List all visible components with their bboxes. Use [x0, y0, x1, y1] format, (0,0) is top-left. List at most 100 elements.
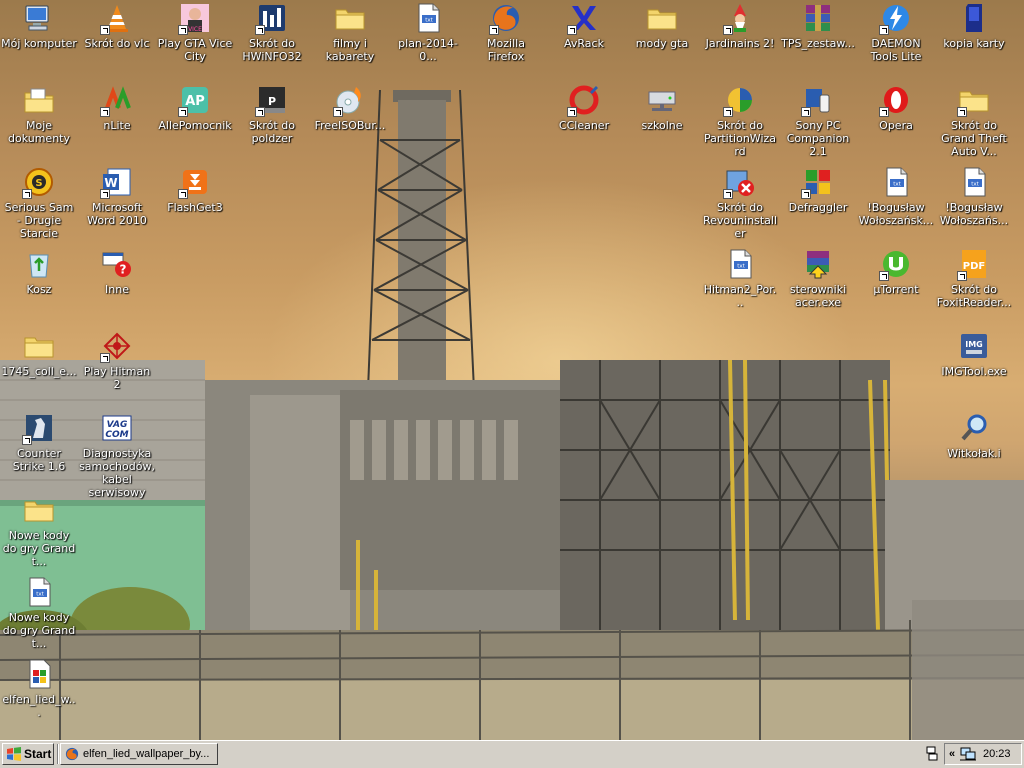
- firefox-icon: [65, 747, 79, 761]
- revo-uninstaller-icon: [723, 166, 756, 199]
- desktop-icon[interactable]: Mozilla Firefox: [467, 2, 545, 63]
- desktop-icon-label: IMGTool.exe: [941, 365, 1007, 378]
- allepomocnik-icon: AP: [178, 84, 211, 117]
- shortcut-arrow-icon: [178, 189, 188, 199]
- desktop-icon[interactable]: kopia karty: [935, 2, 1013, 50]
- shortcut-arrow-icon: [100, 107, 110, 117]
- desktop-icon[interactable]: VAG COM Diagnostyka samochodów, kabel serw…: [78, 412, 156, 499]
- image-file-icon: [23, 658, 55, 690]
- desktop-icon[interactable]: µTorrent: [857, 248, 935, 296]
- shortcut-arrow-icon: [100, 25, 110, 35]
- svg-text:COM: COM: [105, 430, 128, 440]
- desktop-icon[interactable]: Witkołak.i: [935, 412, 1013, 460]
- partition-wizard-icon: [723, 84, 756, 117]
- desktop-icon[interactable]: filmy i kabarety: [311, 2, 389, 63]
- desktop-icon-label: 1745_coll_e...: [1, 365, 77, 378]
- jardinains-gnome-icon: [723, 2, 756, 35]
- desktop-icon-label: mody gta: [635, 37, 689, 50]
- desktop-icon[interactable]: Opera: [857, 84, 935, 132]
- shortcut-arrow-icon: [333, 107, 343, 117]
- desktop-icon[interactable]: FlashGet3: [156, 166, 234, 214]
- taskbar-separator: [57, 744, 59, 764]
- desktop-icon[interactable]: Kosz: [0, 248, 78, 296]
- desktop-icon[interactable]: AvRack: [545, 2, 623, 50]
- windows-logo-icon: [7, 747, 21, 761]
- desktop-icon[interactable]: szkolne: [623, 84, 701, 132]
- imgtool-icon: IMG: [958, 330, 990, 362]
- start-button[interactable]: Start: [2, 743, 54, 765]
- desktop-icon-label: Play Hitman 2: [83, 365, 151, 391]
- desktop-icon[interactable]: Play Hitman 2: [78, 330, 156, 391]
- svg-text:S: S: [35, 178, 42, 189]
- desktop-icon[interactable]: Skrót do PartitionWizard: [701, 84, 779, 158]
- desktop-icon[interactable]: IMG IMGTool.exe: [935, 330, 1013, 378]
- folder-icon: [334, 2, 366, 34]
- desktop-icon[interactable]: Skrót do Grand Theft Auto V...: [935, 84, 1013, 158]
- shortcut-arrow-icon: [723, 107, 733, 117]
- desktop-icon-label: Sony PC Companion 2.1: [786, 119, 850, 158]
- desktop-icon-label: Jardinains 2!: [705, 37, 775, 50]
- monitor-windows-icon[interactable]: [926, 745, 938, 763]
- desktop-icon[interactable]: Skrót do vlc: [78, 2, 156, 50]
- show-hidden-icons-button[interactable]: «: [945, 748, 959, 760]
- desktop-icon[interactable]: Sony PC Companion 2.1: [779, 84, 857, 158]
- desktop-icon[interactable]: VICE Play GTA Vice City: [156, 2, 234, 63]
- desktop-icon-label: Serious Sam - Drugie Starcie: [4, 201, 74, 240]
- desktop-icon[interactable]: TPS_zestaw...: [779, 2, 857, 50]
- desktop-icon[interactable]: 1745_coll_e...: [0, 330, 78, 378]
- desktop-icon[interactable]: CCleaner: [545, 84, 623, 132]
- desktop-icon[interactable]: txt plan-2014-0...: [389, 2, 467, 63]
- desktop-icon-label: !Bogusław Wołoszańs...: [939, 201, 1009, 227]
- taskbar-button-firefox[interactable]: elfen_lied_wallpaper_by...: [60, 743, 218, 765]
- magnifier-icon: [958, 412, 990, 444]
- desktop-icon-label: Microsoft Word 2010: [87, 201, 147, 227]
- document-icon: txt: [724, 248, 756, 280]
- svg-text:AP: AP: [185, 94, 205, 109]
- desktop-icon[interactable]: FreeISOBur...: [311, 84, 389, 132]
- desktop-icon[interactable]: Skrót do Revouninstaller: [701, 166, 779, 240]
- svg-text:P: P: [268, 95, 276, 108]
- svg-text:IMG: IMG: [965, 340, 983, 349]
- desktop-icon[interactable]: txt !Bogusław Wołoszańs...: [935, 166, 1013, 227]
- daemon-tools-icon: [879, 2, 912, 35]
- clock[interactable]: 20:23: [983, 748, 1011, 760]
- desktop-icon[interactable]: sterowniki acer.exe: [779, 248, 857, 309]
- desktop-icon[interactable]: PDF Skrót do FoxitReader...: [935, 248, 1013, 309]
- opera-icon: [879, 84, 912, 117]
- desktop-icon[interactable]: txt Nowe kody do gry Grand t...: [0, 576, 78, 650]
- network-connection-icon[interactable]: [959, 746, 977, 762]
- desktop-icon[interactable]: Defraggler: [779, 166, 857, 214]
- desktop-icon[interactable]: nLite: [78, 84, 156, 132]
- desktop-icon[interactable]: P Skrót do poldzer: [233, 84, 311, 145]
- shortcut-arrow-icon: [957, 271, 967, 281]
- desktop[interactable]: Mój komputer Skrót do vlc VICE Play GTA Vic…: [0, 0, 1024, 740]
- desktop-icon-label: FlashGet3: [167, 201, 223, 214]
- desktop-icon[interactable]: Skrót do HWiNFO32: [233, 2, 311, 63]
- desktop-icon[interactable]: ? Inne: [78, 248, 156, 296]
- desktop-icon[interactable]: txt !Bogusław Wołoszańsk...: [857, 166, 935, 227]
- desktop-icon-label: Skrót do vlc: [84, 37, 150, 50]
- desktop-icon[interactable]: elfen_lied_w...: [0, 658, 78, 719]
- desktop-icon[interactable]: Nowe kody do gry Grand t...: [0, 494, 78, 568]
- desktop-icon[interactable]: W Microsoft Word 2010: [78, 166, 156, 227]
- desktop-icon[interactable]: AP AllePomocnik: [156, 84, 234, 132]
- desktop-icon[interactable]: Jardinains 2!: [701, 2, 779, 50]
- desktop-icon-label: sterowniki acer.exe: [789, 283, 847, 309]
- desktop-icon[interactable]: Counter Strike 1.6: [0, 412, 78, 473]
- shortcut-arrow-icon: [879, 107, 889, 117]
- gta-vice-city-icon: VICE: [178, 2, 211, 35]
- shortcut-arrow-icon: [22, 435, 32, 445]
- desktop-icon[interactable]: txt Hitman2_Por...: [701, 248, 779, 309]
- desktop-icon[interactable]: Moje dokumenty: [0, 84, 78, 145]
- desktop-icon[interactable]: Mój komputer: [0, 2, 78, 50]
- sony-pc-companion-icon: [801, 84, 834, 117]
- shortcut-arrow-icon: [178, 107, 188, 117]
- desktop-icon[interactable]: mody gta: [623, 2, 701, 50]
- counter-strike-icon: [22, 412, 55, 445]
- hwinfo-icon: [255, 2, 288, 35]
- desktop-icon[interactable]: S Serious Sam - Drugie Starcie: [0, 166, 78, 240]
- desktop-icon[interactable]: DAEMON Tools Lite: [857, 2, 935, 63]
- desktop-icon-label: kopia karty: [943, 37, 1005, 50]
- svg-text:txt: txt: [737, 264, 745, 270]
- svg-text:VAG: VAG: [107, 420, 128, 430]
